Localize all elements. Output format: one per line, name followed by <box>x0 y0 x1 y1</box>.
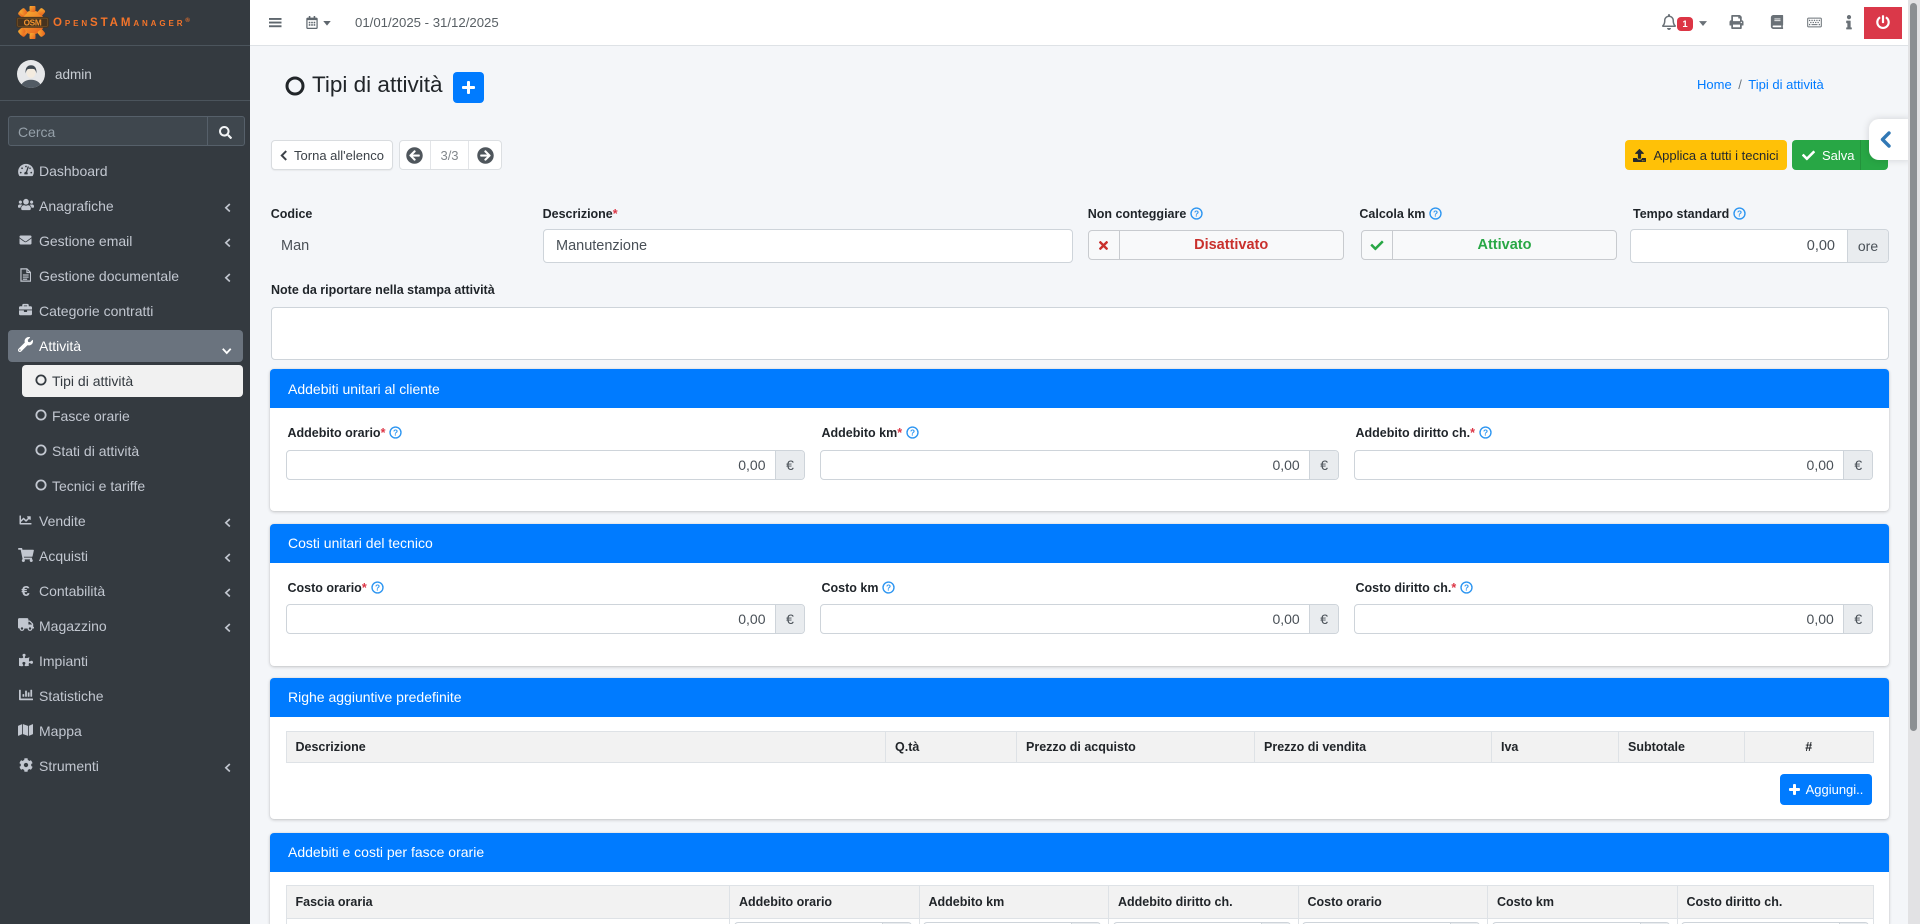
svg-text:?: ? <box>1483 427 1488 437</box>
svg-text:?: ? <box>375 582 380 592</box>
svg-text:?: ? <box>1194 208 1199 218</box>
svg-text:?: ? <box>1464 582 1469 592</box>
svg-text:?: ? <box>886 582 891 592</box>
svg-text:?: ? <box>393 427 398 437</box>
svg-text:?: ? <box>910 427 915 437</box>
svg-text:?: ? <box>1433 208 1438 218</box>
svg-text:?: ? <box>1737 208 1742 218</box>
svg-text:OSM: OSM <box>24 18 42 27</box>
